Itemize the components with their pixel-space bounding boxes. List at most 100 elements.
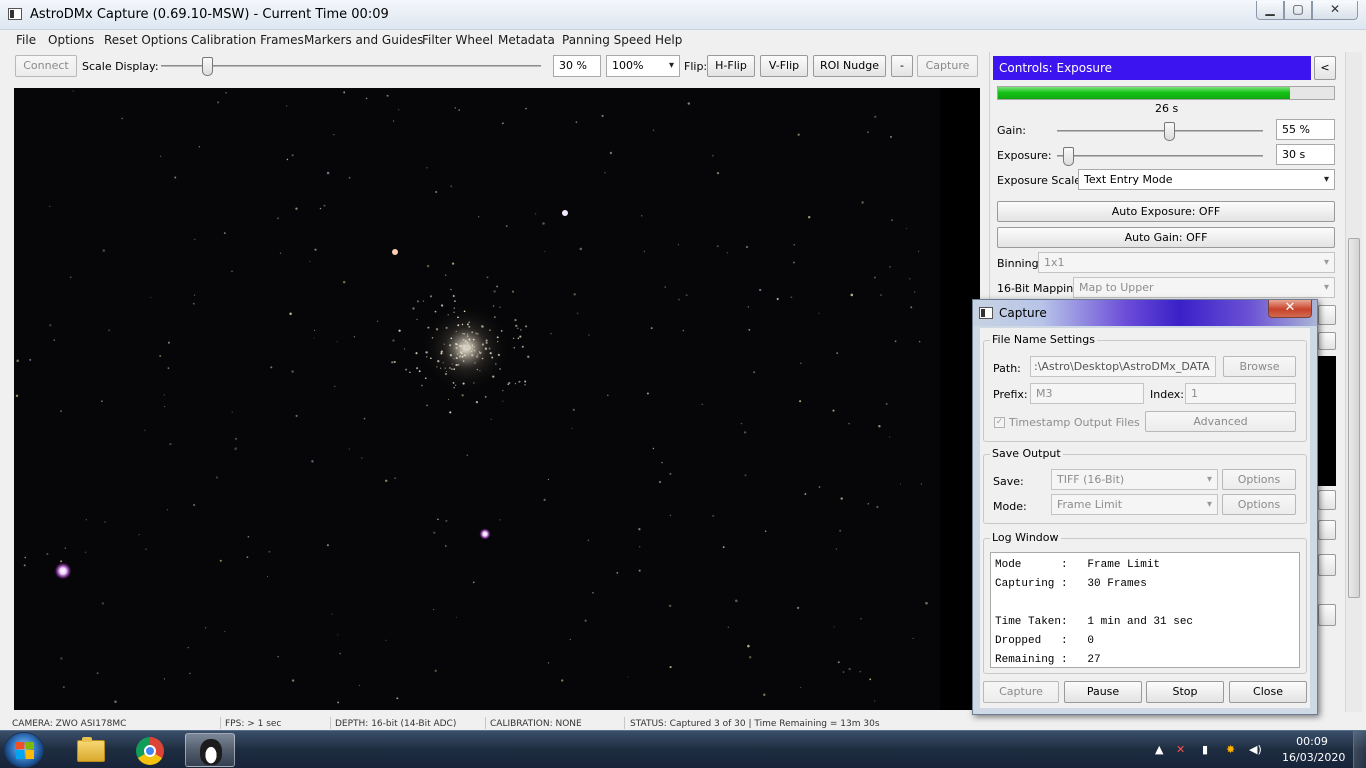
scale-slider-track[interactable] xyxy=(161,65,541,67)
hidden-panel-button-1[interactable] xyxy=(1318,305,1336,325)
pause-button[interactable]: Pause xyxy=(1064,681,1142,703)
cluster-star xyxy=(481,325,484,328)
volume-icon[interactable]: ◀) xyxy=(1249,743,1262,756)
exposure-scale-select[interactable]: Text Entry Mode xyxy=(1078,169,1335,190)
menu-reset-options[interactable]: Reset Options xyxy=(104,33,188,47)
menu-panning-speed[interactable]: Panning Speed xyxy=(562,33,651,47)
exposure-value-field[interactable]: 30 s xyxy=(1276,144,1335,165)
save-format-select[interactable]: TIFF (16-Bit) xyxy=(1051,469,1218,490)
menu-metadata[interactable]: Metadata xyxy=(498,33,555,47)
cluster-star xyxy=(449,354,453,357)
menu-options[interactable]: Options xyxy=(48,33,94,47)
star xyxy=(687,102,690,105)
path-field[interactable]: :\Astro\Desktop\AstroDMx_DATA xyxy=(1030,356,1216,377)
hidden-panel-button-4[interactable] xyxy=(1318,520,1336,540)
taskbar-explorer[interactable] xyxy=(64,733,114,767)
dialog-capture-button[interactable]: Capture xyxy=(983,681,1059,703)
h-flip-button[interactable]: H-Flip xyxy=(707,55,755,77)
dialog-close-button[interactable]: Close xyxy=(1229,681,1307,703)
prefix-field[interactable]: M3 xyxy=(1030,383,1144,404)
roi-nudge-button[interactable]: ROI Nudge xyxy=(813,55,886,77)
hidden-panel-button-6[interactable] xyxy=(1318,604,1336,626)
hidden-panel-button-3[interactable] xyxy=(1318,490,1336,510)
menu-calibration-frames[interactable]: Calibration Frames xyxy=(191,33,304,47)
binning-select[interactable]: 1x1 xyxy=(1038,252,1335,273)
connect-button[interactable]: Connect xyxy=(15,55,77,77)
cluster-star xyxy=(473,346,475,348)
star xyxy=(501,122,504,125)
star xyxy=(639,546,641,548)
star xyxy=(588,334,590,336)
cluster-star xyxy=(466,344,469,347)
star xyxy=(910,306,913,309)
taskbar-chrome[interactable] xyxy=(125,733,175,767)
star xyxy=(640,215,643,217)
star xyxy=(874,115,877,119)
auto-exposure-button[interactable]: Auto Exposure: OFF xyxy=(997,201,1335,222)
menu-file[interactable]: File xyxy=(16,33,36,47)
tray-expand-icon[interactable]: ▲ xyxy=(1155,743,1163,756)
advanced-button[interactable]: Advanced xyxy=(1145,411,1296,432)
stop-button[interactable]: Stop xyxy=(1146,681,1224,703)
star xyxy=(455,616,457,618)
star xyxy=(664,286,666,288)
exposure-slider-thumb[interactable] xyxy=(1062,147,1074,166)
start-button-icon[interactable] xyxy=(4,732,44,768)
index-field[interactable]: 1 xyxy=(1185,383,1296,404)
hidden-panel-button-5[interactable] xyxy=(1318,554,1336,576)
timestamp-checkbox[interactable]: ✓ xyxy=(994,417,1005,428)
minimize-button[interactable]: ▁ xyxy=(1256,1,1284,20)
gain-slider-thumb[interactable] xyxy=(1164,122,1176,141)
show-desktop-button[interactable] xyxy=(1353,731,1366,768)
taskbar-clock[interactable]: 00:09 16/03/2020 xyxy=(1282,734,1345,766)
browse-button[interactable]: Browse xyxy=(1223,356,1296,377)
exposure-slider-track[interactable] xyxy=(1057,155,1263,157)
panel-scrollbar[interactable] xyxy=(1345,52,1362,712)
star xyxy=(291,154,294,157)
auto-gain-button[interactable]: Auto Gain: OFF xyxy=(997,227,1335,248)
capture-toolbar-button[interactable]: Capture xyxy=(917,55,978,77)
mapping-select[interactable]: Map to Upper xyxy=(1073,277,1335,298)
star xyxy=(490,418,492,420)
maximize-button[interactable]: ▢ xyxy=(1284,1,1312,20)
log-line: Time Taken: 1 min and 31 sec xyxy=(995,616,1194,628)
star xyxy=(793,244,795,246)
star xyxy=(363,417,366,420)
image-viewer[interactable] xyxy=(14,88,980,710)
dialog-close-icon[interactable]: ✕ xyxy=(1268,300,1312,318)
collapse-button[interactable]: < xyxy=(1314,56,1336,80)
v-flip-button[interactable]: V-Flip xyxy=(760,55,808,77)
cluster-star xyxy=(440,367,442,369)
log-window[interactable]: Mode : Frame Limit Capturing : 30 Frames T… xyxy=(990,552,1300,668)
star xyxy=(291,679,295,682)
star xyxy=(848,667,851,671)
minus-button[interactable]: - xyxy=(891,55,913,77)
battery-icon[interactable]: ▮ xyxy=(1202,743,1208,756)
star xyxy=(291,370,294,373)
panel-scrollbar-thumb[interactable] xyxy=(1348,238,1360,598)
star xyxy=(832,409,835,412)
star xyxy=(114,700,117,704)
scale-slider-thumb[interactable] xyxy=(201,57,213,76)
save-options-button[interactable]: Options xyxy=(1222,469,1296,490)
star xyxy=(584,619,587,622)
gain-value-field[interactable]: 55 % xyxy=(1276,119,1335,140)
scale-value-field[interactable]: 30 % xyxy=(553,55,601,77)
mode-options-button[interactable]: Options xyxy=(1222,494,1296,515)
menu-markers-and-guides[interactable]: Markers and Guides xyxy=(304,33,423,47)
cluster-star xyxy=(465,347,467,349)
gain-slider-track[interactable] xyxy=(1057,130,1263,132)
mode-select[interactable]: Frame Limit xyxy=(1051,494,1218,515)
log-line: Capturing : 30 Frames xyxy=(995,578,1147,590)
close-window-button[interactable]: ✕ xyxy=(1312,1,1358,20)
menu-help[interactable]: Help xyxy=(655,33,682,47)
notification-icon[interactable]: ✸ xyxy=(1226,743,1235,756)
network-icon[interactable]: ✕ xyxy=(1176,743,1185,756)
star xyxy=(16,359,19,363)
star xyxy=(837,661,840,664)
hidden-panel-button-2[interactable] xyxy=(1318,332,1336,350)
taskbar-astrodmx[interactable] xyxy=(185,733,235,767)
zoom-select[interactable]: 100% xyxy=(606,55,680,77)
star xyxy=(279,252,282,254)
menu-filter-wheel[interactable]: Filter Wheel xyxy=(422,33,493,47)
